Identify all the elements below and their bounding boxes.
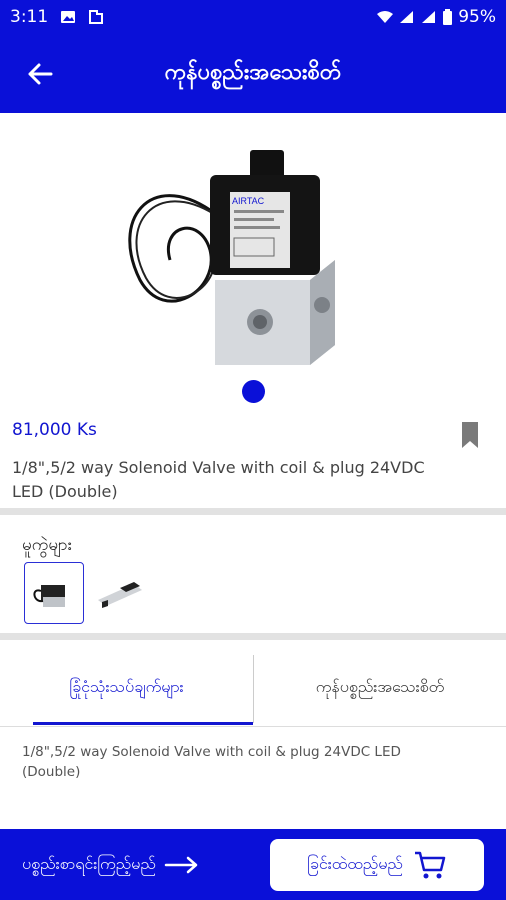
arrow-right-icon xyxy=(164,856,198,873)
status-bar: 3:11 95% xyxy=(0,0,506,34)
add-to-cart-button[interactable]: ခြင်းထဲထည့်မည် xyxy=(270,839,484,891)
variant-thumbnail-selected[interactable] xyxy=(24,562,84,624)
tab-separator xyxy=(253,655,254,723)
tab-bar-border xyxy=(0,726,506,727)
cart-icon xyxy=(414,851,446,879)
variant-image xyxy=(98,582,142,608)
bottom-action-bar: ပစ္စည်းစာရင်းကြည့်မည် ခြင်းထဲထည့်မည် xyxy=(0,829,506,900)
app-bar: ကုန်ပစ္စည်းအသေးစိတ် xyxy=(0,34,506,113)
section-divider xyxy=(0,508,506,515)
signal-2-icon xyxy=(422,11,436,23)
back-button[interactable] xyxy=(0,34,80,113)
bookmark-icon[interactable] xyxy=(458,420,482,450)
tab-overview[interactable]: ခြုံငုံသုံးသပ်ချက်များ xyxy=(0,652,253,724)
status-time: 3:11 xyxy=(10,7,49,27)
signal-icon xyxy=(400,11,414,23)
app-notification-icon xyxy=(89,10,104,24)
image-carousel-indicator[interactable] xyxy=(242,380,265,403)
variant-thumbnail[interactable] xyxy=(90,562,150,624)
battery-icon xyxy=(443,9,453,25)
tab-product-details[interactable]: ကုန်ပစ္စည်းအသေးစိတ် xyxy=(254,652,506,724)
variants-label: မူကွဲများ xyxy=(22,535,73,555)
product-price: 81,000 Ks xyxy=(12,420,97,440)
active-tab-indicator xyxy=(33,722,253,725)
battery-percent: 95% xyxy=(458,7,496,27)
section-divider xyxy=(0,633,506,640)
view-product-list-button[interactable]: ပစ္စည်းစာရင်းကြည့်မည် xyxy=(0,829,262,900)
image-notification-icon xyxy=(61,11,76,23)
variant-image xyxy=(33,585,65,607)
product-description: 1/8",5/2 way Solenoid Valve with coil & … xyxy=(12,458,425,501)
wifi-icon xyxy=(377,11,394,23)
view-product-list-label: ပစ္စည်းစာရင်းကြည့်မည် xyxy=(22,853,156,873)
add-to-cart-label: ခြင်းထဲထည့်မည် xyxy=(307,854,403,873)
product-image[interactable]: AIRTAC xyxy=(110,130,390,370)
tab-content-text: 1/8",5/2 way Solenoid Valve with coil & … xyxy=(22,744,401,780)
arrow-left-icon xyxy=(28,63,53,84)
product-image-brand: AIRTAC xyxy=(232,196,265,206)
